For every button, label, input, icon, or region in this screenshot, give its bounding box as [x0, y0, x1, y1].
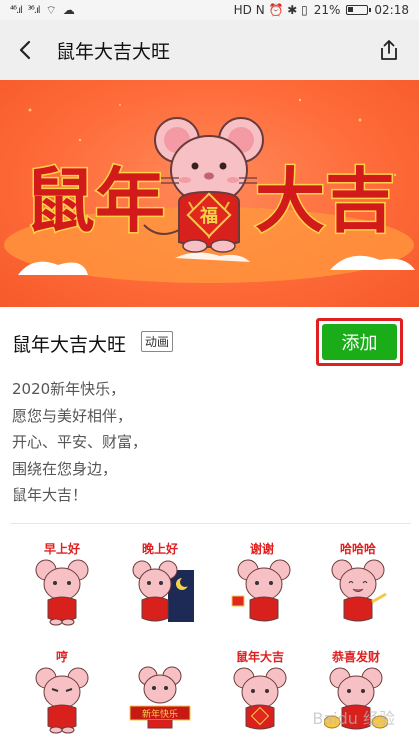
battery-percent: 21% — [313, 3, 341, 17]
sticker-label: 谢谢 — [249, 542, 274, 556]
mouse-thanks-sticker-icon — [231, 559, 291, 622]
page-title: 鼠年大吉大旺 — [56, 40, 171, 63]
pack-title: 鼠年大吉大旺 — [12, 334, 127, 356]
mouse-newyear-sticker-icon: 新年快乐 — [129, 666, 191, 729]
description-line: 2020新年快乐， — [12, 380, 126, 398]
sticker-label: 鼠年大吉 — [235, 650, 284, 664]
sticker-label: 恭喜发财 — [331, 650, 380, 664]
wifi-icon: ⌔ — [45, 2, 57, 17]
newyear-banner-text: 新年快乐 — [142, 708, 178, 720]
watermark: Baidu 经验 — [312, 709, 395, 728]
signal-icon: ⁴⁶.ıl — [10, 4, 23, 16]
cloud-icon: ☁ — [62, 3, 75, 17]
sticker-item[interactable]: 早上好 — [12, 540, 112, 640]
mouse-night-sticker-icon — [132, 560, 194, 622]
fu-character: 福 — [199, 205, 218, 227]
mouse-sticker-icon — [35, 559, 89, 626]
sticker-item[interactable]: 恭喜发财 — [306, 648, 406, 747]
clock: 02:18 — [374, 3, 409, 17]
mouse-fu-sticker-icon — [233, 667, 287, 730]
sticker-item[interactable]: 哈哈哈 — [308, 540, 408, 640]
sticker-item[interactable]: 晚上好 — [110, 540, 210, 640]
status-left: ⁴⁶.ıl ³⁶.ıl ⌔ ☁ — [10, 3, 75, 18]
sticker-label: 哈哈哈 — [339, 542, 376, 556]
status-right: HD N ⏰ ✱ ▯ 21% 02:18 — [234, 3, 409, 17]
description-line: 围绕在您身边， — [12, 459, 118, 478]
chevron-left-icon — [19, 40, 31, 60]
signal-icon-2: ³⁶.ıl — [27, 4, 41, 16]
sticker-item[interactable]: 新年快乐 — [110, 648, 210, 747]
banner-text-left: 鼠年 — [25, 159, 165, 242]
divider — [10, 523, 411, 524]
share-icon — [381, 40, 397, 60]
animated-badge: 动画 — [141, 331, 174, 352]
add-button-highlight: 添加 — [316, 318, 403, 366]
add-button[interactable]: 添加 — [322, 324, 397, 360]
nav-header: 鼠年大吉大旺 — [0, 20, 419, 80]
sticker-item[interactable]: 谢谢 — [212, 540, 312, 640]
battery-icon — [346, 5, 372, 15]
share-button[interactable] — [377, 38, 401, 62]
mouse-hmph-sticker-icon — [35, 667, 89, 734]
sticker-item[interactable]: 哼 — [12, 648, 112, 747]
status-bar: ⁴⁶.ıl ³⁶.ıl ⌔ ☁ HD N ⏰ ✱ ▯ 21% 02:18 — [0, 0, 419, 20]
sticker-item[interactable]: 鼠年大吉 — [210, 648, 310, 747]
sticker-label: 早上好 — [43, 542, 80, 556]
sticker-label: 晚上好 — [141, 542, 178, 556]
pack-description: 2020新年快乐， 愿您与美好相伴， 开心、平安、财富， 围绕在您身边， 鼠年大… — [12, 376, 147, 509]
mouse-laugh-sticker-icon — [331, 559, 387, 622]
back-button[interactable] — [14, 38, 38, 62]
banner-illustration: 鼠年 大吉 福 — [4, 98, 415, 283]
status-icons: HD N ⏰ ✱ ▯ — [233, 3, 308, 17]
description-line: 鼠年大吉！ — [12, 486, 88, 504]
description-line: 开心、平安、财富， — [12, 433, 148, 451]
sticker-banner: 鼠年 大吉 福 — [0, 80, 419, 307]
banner-text-right: 大吉 — [255, 159, 395, 242]
description-line: 愿您与美好相伴， — [12, 406, 133, 425]
sticker-label: 哼 — [55, 650, 68, 664]
